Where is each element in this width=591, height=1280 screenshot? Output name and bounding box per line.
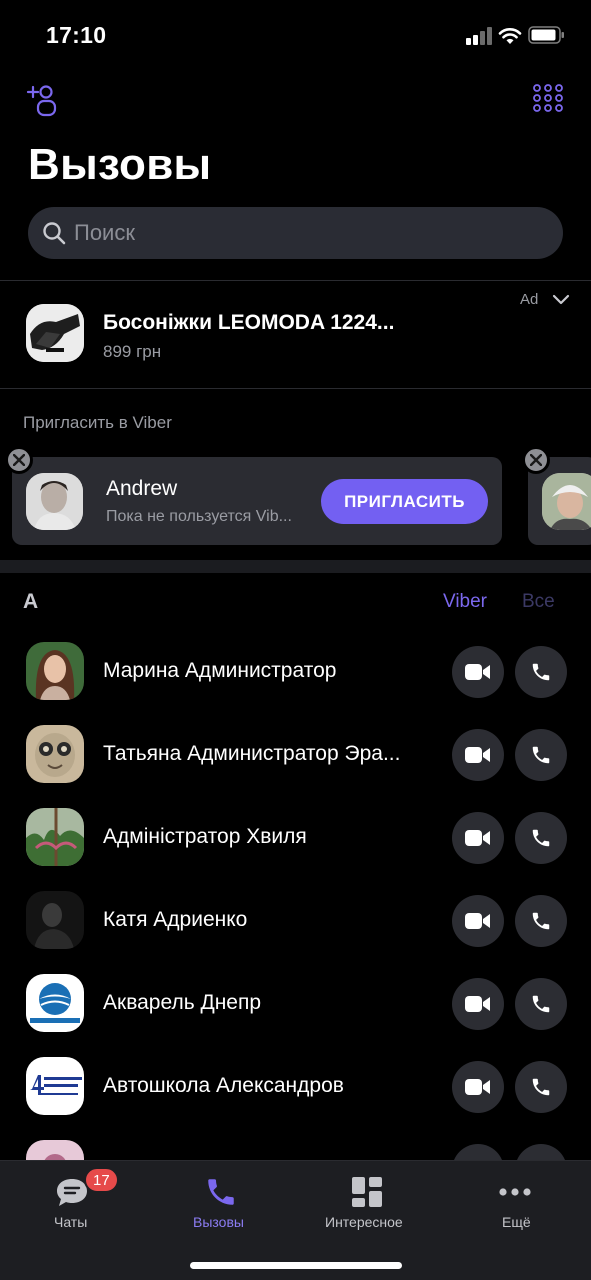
video-camera-icon — [465, 1079, 490, 1095]
contact-name: Адміністратор Хвиля — [103, 825, 307, 848]
avatar — [26, 642, 84, 700]
section-letter: А — [23, 590, 39, 613]
filter-viber[interactable]: Viber — [443, 591, 487, 613]
avatar — [26, 891, 84, 949]
video-camera-icon — [465, 747, 490, 763]
filter-all[interactable]: Все — [522, 591, 555, 613]
invite-heading: Пригласить в Viber — [23, 413, 172, 432]
phone-icon — [532, 995, 550, 1013]
dialpad-icon[interactable] — [530, 82, 566, 118]
invite-contact-name: Andrew — [106, 477, 178, 500]
divider — [0, 388, 591, 389]
ad-product-image — [26, 304, 84, 362]
video-call-button[interactable] — [452, 646, 504, 698]
call-button[interactable] — [515, 978, 567, 1030]
invite-card: Andrew Пока не пользуется Vib... ПРИГЛАС… — [12, 457, 502, 545]
search-icon — [43, 222, 66, 245]
invite-subtitle: Пока не пользуется Vib... — [106, 508, 292, 525]
avatar — [26, 808, 84, 866]
home-indicator — [190, 1262, 402, 1269]
list-item[interactable]: Марина Администратор — [0, 630, 591, 713]
avatar — [26, 1140, 84, 1160]
video-camera-icon — [465, 664, 490, 680]
list-item[interactable]: Татьяна Администратор Эра... — [0, 713, 591, 796]
phone-icon — [532, 912, 550, 930]
contact-list: Марина Администратор Татьяна Администрат… — [0, 630, 591, 1160]
tab-explore[interactable]: Интересное — [310, 1161, 430, 1241]
section-separator — [0, 560, 591, 573]
video-camera-icon — [465, 996, 490, 1012]
video-call-button[interactable] — [452, 729, 504, 781]
contact-name: Марина Администратор — [103, 659, 337, 682]
close-icon[interactable] — [5, 446, 33, 474]
call-button[interactable] — [515, 812, 567, 864]
invite-button[interactable]: ПРИГЛАСИТЬ — [321, 479, 488, 524]
call-button[interactable] — [515, 646, 567, 698]
video-call-button[interactable] — [452, 895, 504, 947]
tab-calls[interactable]: Вызовы — [168, 1161, 276, 1241]
tab-label: Ещё — [502, 1214, 531, 1230]
avatar — [26, 473, 83, 530]
page-title: Вызовы — [28, 140, 212, 189]
video-call-button[interactable] — [452, 1144, 504, 1160]
signal-icon — [466, 27, 494, 45]
status-time: 17:10 — [46, 22, 107, 48]
contact-name: Автошкола Александров — [103, 1074, 344, 1097]
tab-label: Чаты — [54, 1214, 88, 1230]
list-item[interactable] — [0, 1128, 591, 1160]
phone-icon — [208, 1179, 234, 1205]
video-camera-icon — [465, 830, 490, 846]
tab-chats[interactable]: 17 Чаты — [20, 1161, 128, 1241]
phone-icon — [532, 829, 550, 847]
ad-label: Ad — [520, 291, 539, 308]
call-button[interactable] — [515, 729, 567, 781]
list-item[interactable]: Акварель Днепр — [0, 962, 591, 1045]
chevron-down-icon[interactable] — [552, 292, 570, 306]
list-item[interactable]: Автошкола Александров — [0, 1045, 591, 1128]
phone-icon — [532, 746, 550, 764]
grid-icon — [352, 1177, 382, 1207]
contact-name: Татьяна Администратор Эра... — [103, 742, 401, 765]
divider — [0, 280, 591, 281]
video-call-button[interactable] — [452, 978, 504, 1030]
ad-price: 899 грн — [103, 342, 162, 361]
unread-badge: 17 — [84, 1167, 119, 1193]
contact-name: Акварель Днепр — [103, 991, 262, 1014]
avatar — [26, 974, 84, 1032]
list-item[interactable]: Адміністратор Хвиля — [0, 796, 591, 879]
call-button[interactable] — [515, 1061, 567, 1113]
more-dots-icon — [499, 1188, 531, 1196]
tab-label: Интересное — [325, 1214, 403, 1230]
search-input[interactable] — [74, 220, 534, 246]
call-button[interactable] — [515, 895, 567, 947]
avatar — [26, 1057, 84, 1115]
status-bar: 17:10 — [0, 0, 591, 70]
tab-more[interactable]: Ещё — [462, 1161, 570, 1241]
phone-icon — [532, 1078, 550, 1096]
tab-label: Вызовы — [193, 1214, 244, 1230]
video-call-button[interactable] — [452, 812, 504, 864]
avatar — [542, 473, 591, 530]
call-button[interactable] — [515, 1144, 567, 1160]
avatar — [26, 725, 84, 783]
video-call-button[interactable] — [452, 1061, 504, 1113]
close-icon[interactable] — [522, 446, 550, 474]
ad-banner[interactable]: Босоніжки LEOMODA 1224... 899 грн Ad — [0, 282, 591, 388]
wifi-icon — [498, 27, 522, 44]
battery-icon — [528, 26, 564, 44]
search-bar[interactable] — [28, 207, 563, 259]
add-contact-icon[interactable] — [24, 82, 60, 118]
video-camera-icon — [465, 913, 490, 929]
ad-title: Босоніжки LEOMODA 1224... — [103, 311, 395, 334]
list-item[interactable]: Катя Адриенко — [0, 879, 591, 962]
phone-icon — [532, 663, 550, 681]
contact-name: Катя Адриенко — [103, 908, 248, 931]
